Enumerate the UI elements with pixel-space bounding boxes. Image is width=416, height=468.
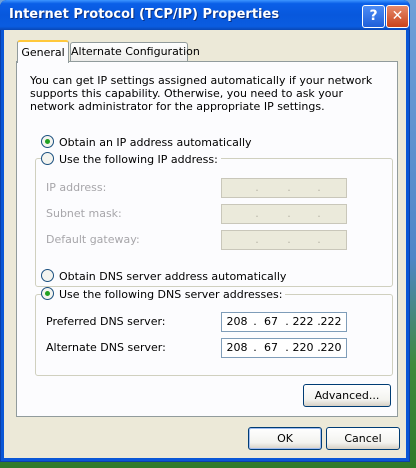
radio-unselected-icon [41, 269, 54, 282]
use-following-ip-radio[interactable]: Use the following IP address: [41, 152, 221, 166]
description-text: You can get IP settings assigned automat… [30, 74, 373, 113]
use-following-ip-label: Use the following IP address: [59, 153, 218, 166]
obtain-dns-auto-radio[interactable]: Obtain DNS server address automatically [41, 269, 286, 283]
ok-button[interactable]: OK [248, 427, 322, 450]
dialog-body: General Alternate Configuration You can … [4, 30, 406, 458]
general-tab-panel: You can get IP settings assigned automat… [16, 61, 398, 417]
advanced-button[interactable]: Advanced... [303, 384, 391, 407]
tab-alternate-configuration[interactable]: Alternate Configuration [70, 42, 200, 61]
radio-selected-icon [41, 135, 54, 148]
alternate-dns-input[interactable]: 208 . 67 . 220 . 220 [221, 338, 347, 358]
subnet-mask-label: Subnet mask: [46, 207, 122, 220]
preferred-dns-label: Preferred DNS server: [46, 315, 166, 328]
obtain-dns-auto-label: Obtain DNS server address automatically [59, 270, 287, 283]
ip-address-label: IP address: [46, 181, 107, 194]
use-following-dns-radio[interactable]: Use the following DNS server addresses: [41, 287, 286, 301]
cancel-button[interactable]: Cancel [326, 427, 400, 450]
obtain-ip-auto-radio[interactable]: Obtain an IP address automatically [41, 135, 252, 149]
window-title: Internet Protocol (TCP/IP) Properties [9, 7, 280, 22]
radio-unselected-icon [41, 152, 54, 165]
ip-address-input[interactable]: . . . [221, 178, 347, 198]
obtain-ip-auto-label: Obtain an IP address automatically [59, 136, 252, 149]
title-bar[interactable]: Internet Protocol (TCP/IP) Properties ? … [0, 0, 410, 30]
alternate-dns-label: Alternate DNS server: [46, 341, 166, 354]
preferred-dns-input[interactable]: 208 . 67 . 222 . 222 [221, 312, 347, 332]
use-following-dns-label: Use the following DNS server addresses: [59, 288, 283, 301]
radio-selected-icon [41, 287, 54, 300]
close-button[interactable]: ✕ [386, 5, 409, 28]
help-button[interactable]: ? [362, 5, 385, 28]
dns-server-group [35, 294, 393, 376]
tab-general[interactable]: General [17, 40, 69, 63]
subnet-mask-input[interactable]: . . . [221, 204, 347, 224]
dialog-window: Internet Protocol (TCP/IP) Properties ? … [0, 0, 410, 462]
default-gateway-input[interactable]: . . . [221, 230, 347, 250]
default-gateway-label: Default gateway: [46, 233, 140, 246]
